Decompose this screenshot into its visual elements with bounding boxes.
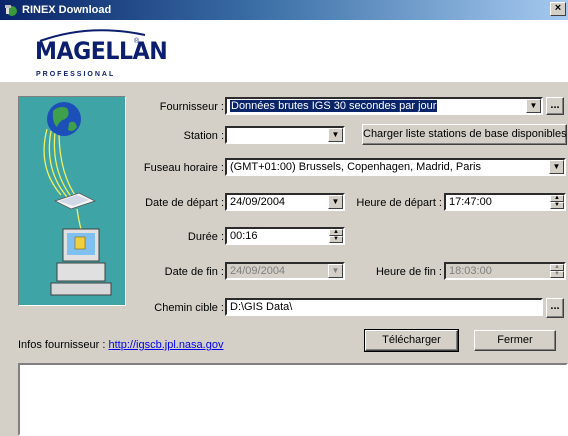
spin-down-icon: ▼ <box>550 271 564 278</box>
window-title: RINEX Download <box>22 4 112 16</box>
station-dropdown-icon[interactable]: ▼ <box>328 128 343 142</box>
infos-fournisseur: Infos fournisseur : http://igscb.jpl.nas… <box>18 339 223 351</box>
spin-down-icon[interactable]: ▼ <box>329 236 343 243</box>
date-fin-picker: 24/09/2004 ▼ <box>225 262 345 280</box>
heure-fin-value: 18:03:00 <box>449 265 492 277</box>
title-bar: RINEX Download × <box>0 0 568 20</box>
download-button[interactable]: Télécharger <box>364 329 459 352</box>
date-depart-label: Date de départ : <box>145 197 224 209</box>
heure-fin-spinner: 18:03:00 ▲ ▼ <box>444 262 566 280</box>
chemin-value: D:\GIS Data\ <box>230 301 293 313</box>
chemin-browse-button[interactable]: ... <box>546 298 564 318</box>
fournisseur-value: Données brutes IGS 30 secondes par jour <box>230 100 438 112</box>
fuseau-label: Fuseau horaire : <box>143 162 224 174</box>
fournisseur-dropdown-icon[interactable]: ▼ <box>526 99 541 113</box>
date-depart-dropdown-icon[interactable]: ▼ <box>328 195 343 209</box>
duree-spin-buttons[interactable]: ▲ ▼ <box>329 229 343 243</box>
duree-spinner[interactable]: 00:16 ▲ ▼ <box>225 227 345 245</box>
heure-depart-value: 17:47:00 <box>449 196 492 208</box>
heure-depart-spinner[interactable]: 17:47:00 ▲ ▼ <box>444 193 566 211</box>
load-stations-button[interactable]: Charger liste stations de base disponibl… <box>362 124 567 145</box>
logo-brand: MAGELLAN <box>35 37 168 65</box>
spin-up-icon[interactable]: ▲ <box>550 195 564 202</box>
heure-fin-label: Heure de fin : <box>375 266 442 278</box>
spin-down-icon[interactable]: ▼ <box>550 202 564 209</box>
infos-fournisseur-label: Infos fournisseur : <box>18 339 106 351</box>
fournisseur-label: Fournisseur : <box>159 101 224 113</box>
date-fin-label: Date de fin : <box>164 266 224 278</box>
date-fin-value: 24/09/2004 <box>230 265 286 277</box>
satellite-app-icon <box>5 5 17 16</box>
network-illustration-icon <box>43 102 112 296</box>
heure-depart-label: Heure de départ : <box>356 197 442 209</box>
heure-depart-spin-buttons[interactable]: ▲ ▼ <box>550 195 564 209</box>
fournisseur-browse-button[interactable]: ... <box>546 97 564 115</box>
chemin-input[interactable]: D:\GIS Data\ <box>225 298 543 316</box>
duree-value: 00:16 <box>230 230 258 242</box>
heure-fin-spin-buttons: ▲ ▼ <box>550 264 564 278</box>
close-button[interactable]: Fermer <box>474 330 556 351</box>
log-output-area[interactable] <box>18 363 568 436</box>
date-depart-picker[interactable]: 24/09/2004 ▼ <box>225 193 345 211</box>
provider-link[interactable]: http://igscb.jpl.nasa.gov <box>109 339 224 351</box>
fuseau-value: (GMT+01:00) Brussels, Copenhagen, Madrid… <box>230 161 481 173</box>
date-depart-value: 24/09/2004 <box>230 196 286 208</box>
logo-registered: ® <box>134 38 140 45</box>
spin-up-icon[interactable]: ▲ <box>329 229 343 236</box>
spin-up-icon: ▲ <box>550 264 564 271</box>
fuseau-dropdown-icon[interactable]: ▼ <box>549 160 564 174</box>
duree-label: Durée : <box>187 231 224 243</box>
logo-area: MAGELLAN ® PROFESSIONAL <box>0 20 568 82</box>
illustration-panel <box>18 96 126 306</box>
close-window-button[interactable]: × <box>550 2 566 16</box>
date-fin-dropdown-icon: ▼ <box>328 264 343 278</box>
chemin-label: Chemin cible : <box>154 302 224 314</box>
logo-subtitle: PROFESSIONAL <box>36 71 116 78</box>
fuseau-select[interactable]: (GMT+01:00) Brussels, Copenhagen, Madrid… <box>225 158 566 176</box>
station-label: Station : <box>183 130 224 142</box>
fournisseur-select[interactable]: Données brutes IGS 30 secondes par jour … <box>225 97 543 115</box>
station-select[interactable]: ▼ <box>225 126 345 144</box>
